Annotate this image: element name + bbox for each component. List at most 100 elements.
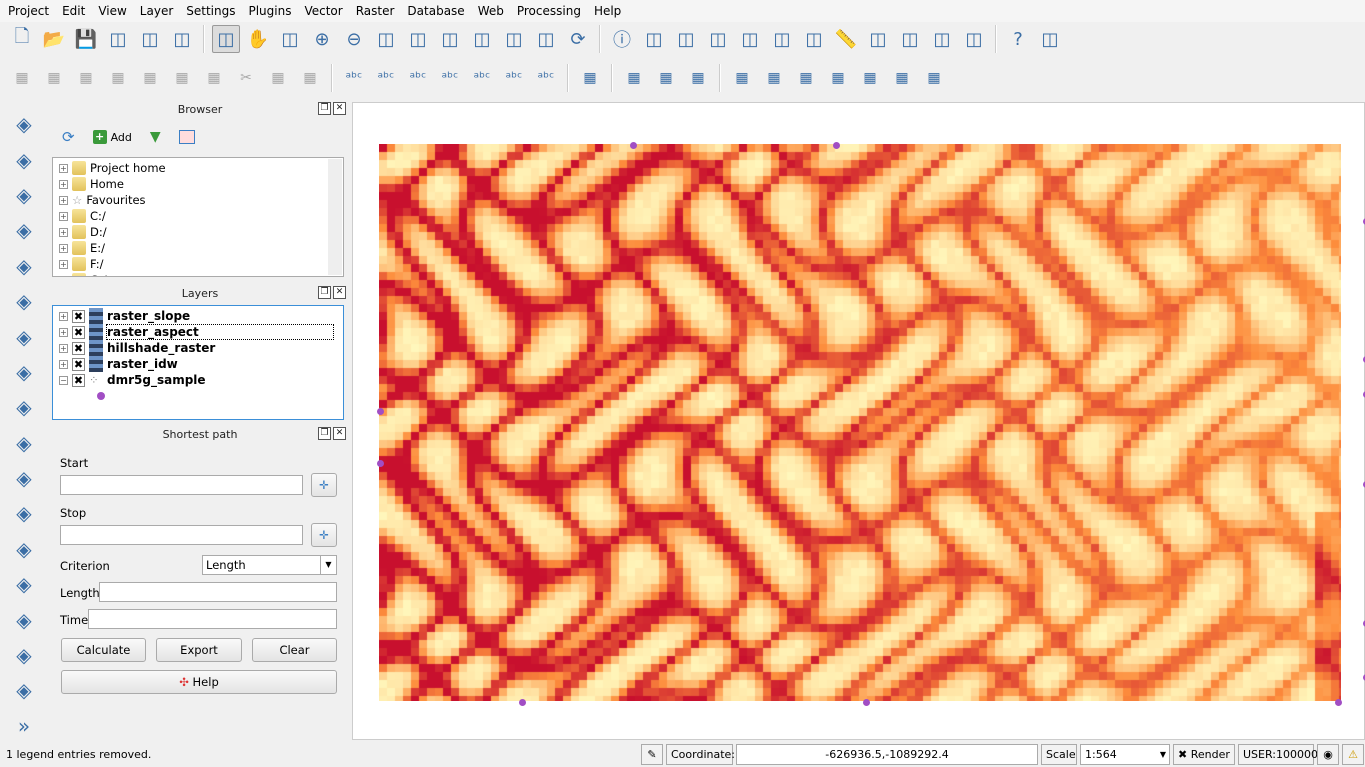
- start-capture-button[interactable]: ✛: [311, 473, 337, 497]
- node-tool-button[interactable]: ◈: [9, 676, 39, 704]
- deselect-button[interactable]: ◫: [704, 25, 732, 53]
- menu-settings[interactable]: Settings: [178, 4, 240, 18]
- visibility-checkbox[interactable]: ✖: [72, 342, 85, 355]
- add-wfs-button[interactable]: ◈: [9, 429, 39, 457]
- measure-button[interactable]: 📏: [832, 25, 860, 53]
- pan-button[interactable]: ✋: [244, 25, 272, 53]
- vector-4-button[interactable]: ▦: [824, 64, 852, 92]
- expand-icon[interactable]: +: [59, 276, 68, 278]
- coordinate-field[interactable]: -626936.5,-1089292.4: [736, 744, 1038, 765]
- save-edits-button[interactable]: ▦: [72, 64, 100, 92]
- expression-select-button[interactable]: ◫: [736, 25, 764, 53]
- select-features-button[interactable]: ◫: [672, 25, 700, 53]
- digitize-button[interactable]: ▦: [8, 64, 36, 92]
- new-project-button[interactable]: 🗋: [8, 25, 36, 53]
- map-tips-button[interactable]: ◫: [928, 25, 956, 53]
- add-spatialite-button[interactable]: ◈: [9, 216, 39, 244]
- add-raster-button[interactable]: ◈: [9, 145, 39, 173]
- zoom-in-button[interactable]: ⊕: [308, 25, 336, 53]
- browser-scrollbar[interactable]: [328, 159, 342, 275]
- stop-input[interactable]: [60, 525, 303, 545]
- browser-item[interactable]: +G:/: [53, 272, 343, 277]
- paste-button[interactable]: ▦: [296, 64, 324, 92]
- menu-raster[interactable]: Raster: [348, 4, 400, 18]
- menu-project[interactable]: Project: [0, 4, 54, 18]
- attribute-table-button[interactable]: ◫: [768, 25, 796, 53]
- add-wms-button[interactable]: ◈: [9, 358, 39, 386]
- visibility-checkbox[interactable]: ✖: [72, 374, 85, 387]
- expand-icon[interactable]: +: [59, 180, 68, 189]
- close-icon[interactable]: ✕: [333, 286, 346, 299]
- more-button[interactable]: »: [9, 712, 39, 740]
- cut-button[interactable]: ✂: [232, 64, 260, 92]
- expand-icon[interactable]: +: [59, 360, 68, 369]
- label-button[interactable]: ◫: [960, 25, 988, 53]
- browser-item[interactable]: + E:/: [53, 240, 343, 256]
- zoom-next-button[interactable]: ◫: [532, 25, 560, 53]
- projection-icon[interactable]: ◉: [1317, 744, 1339, 765]
- db-manager-2-button[interactable]: ▦: [652, 64, 680, 92]
- expand-icon[interactable]: +: [59, 260, 68, 269]
- menu-web[interactable]: Web: [470, 4, 509, 18]
- expand-icon[interactable]: +: [59, 212, 68, 221]
- zoom-to-selection-button[interactable]: ◫: [468, 25, 496, 53]
- db-manager-3-button[interactable]: ▦: [684, 64, 712, 92]
- map-canvas[interactable]: [352, 102, 1365, 740]
- menu-view[interactable]: View: [90, 4, 131, 18]
- stop-capture-button[interactable]: ✛: [311, 523, 337, 547]
- menu-layer[interactable]: Layer: [132, 4, 178, 18]
- vector-6-button[interactable]: ▦: [888, 64, 916, 92]
- collapse-icon[interactable]: [179, 130, 195, 144]
- layer-item[interactable]: + ✖ raster_aspect: [53, 324, 343, 340]
- coordinate-toggle[interactable]: Coordinate:: [666, 744, 733, 765]
- help-button[interactable]: ?: [1004, 25, 1032, 53]
- menu-edit[interactable]: Edit: [54, 4, 90, 18]
- visibility-checkbox[interactable]: ✖: [72, 358, 85, 371]
- browser-item[interactable]: + C:/: [53, 208, 343, 224]
- composer-manager-button[interactable]: ◫: [168, 25, 196, 53]
- open-project-button[interactable]: 📂: [40, 25, 68, 53]
- vector-2-button[interactable]: ▦: [760, 64, 788, 92]
- browser-item[interactable]: + ☆ Favourites: [53, 192, 343, 208]
- label-abc-button[interactable]: ᵃᵇᶜ: [340, 64, 368, 92]
- float-icon[interactable]: ❐: [318, 286, 331, 299]
- expand-icon[interactable]: +: [59, 228, 68, 237]
- csw-button[interactable]: ▦: [576, 64, 604, 92]
- clear-button[interactable]: Clear: [252, 638, 337, 662]
- float-icon[interactable]: ❐: [318, 102, 331, 115]
- zoom-full-button[interactable]: ◫: [404, 25, 432, 53]
- render-checkbox[interactable]: ✖ Render: [1173, 744, 1235, 765]
- label-show-button[interactable]: ᵃᵇᶜ: [436, 64, 464, 92]
- label-move-button[interactable]: ᵃᵇᶜ: [468, 64, 496, 92]
- label-change-button[interactable]: ᵃᵇᶜ: [532, 64, 560, 92]
- annotation-button[interactable]: ◫: [864, 25, 892, 53]
- db-manager-1-button[interactable]: ▦: [620, 64, 648, 92]
- add-wcs-button[interactable]: ◈: [9, 393, 39, 421]
- expand-icon[interactable]: +: [59, 344, 68, 353]
- filter-icon[interactable]: ▼: [150, 129, 161, 145]
- move-feature-button[interactable]: ▦: [136, 64, 164, 92]
- copy-button[interactable]: ▦: [264, 64, 292, 92]
- menu-help[interactable]: Help: [586, 4, 626, 18]
- float-icon[interactable]: ❐: [318, 427, 331, 440]
- new-spatialite-button[interactable]: ◈: [9, 570, 39, 598]
- visibility-checkbox[interactable]: ✖: [72, 326, 85, 339]
- expand-icon[interactable]: +: [59, 196, 68, 205]
- expand-icon[interactable]: +: [59, 328, 68, 337]
- visibility-checkbox[interactable]: ✖: [72, 310, 85, 323]
- new-print-composer-button[interactable]: ◫: [136, 25, 164, 53]
- collapse-icon[interactable]: −: [59, 376, 68, 385]
- browser-item[interactable]: + F:/: [53, 256, 343, 272]
- layer-item[interactable]: + ✖ raster_slope: [53, 308, 343, 324]
- add-button[interactable]: + Add: [93, 130, 132, 144]
- add-delimited-button[interactable]: ◈: [9, 464, 39, 492]
- browser-item[interactable]: + D:/: [53, 224, 343, 240]
- refresh-icon[interactable]: ⟳: [62, 128, 75, 146]
- zoom-out-button[interactable]: ⊖: [340, 25, 368, 53]
- delete-selected-button[interactable]: ▦: [200, 64, 228, 92]
- crs-button[interactable]: USER:100000: [1238, 744, 1314, 765]
- add-oracle-button[interactable]: ◈: [9, 287, 39, 315]
- layer-item[interactable]: + ✖ hillshade_raster: [53, 340, 343, 356]
- add-mssql-button[interactable]: ◈: [9, 252, 39, 280]
- menu-vector[interactable]: Vector: [296, 4, 347, 18]
